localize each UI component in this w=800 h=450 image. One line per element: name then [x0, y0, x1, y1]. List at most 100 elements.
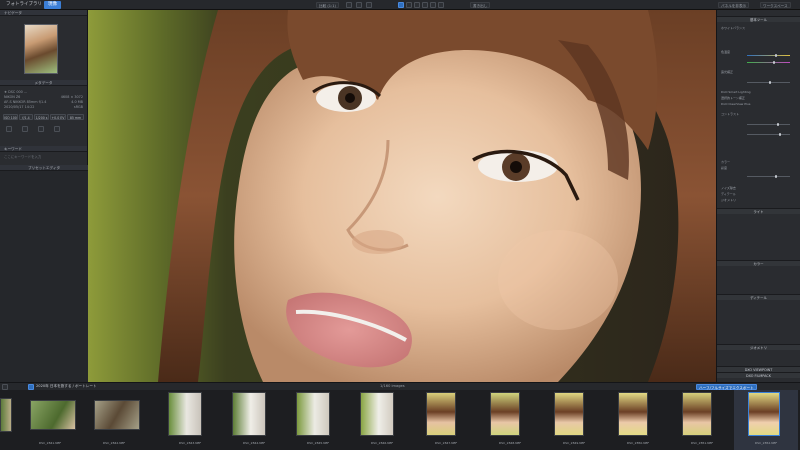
film-cell[interactable]: DSC_2841.NEF	[18, 390, 82, 450]
navigator-thumbnail[interactable]	[24, 24, 58, 74]
thumbnail	[554, 392, 584, 436]
thumbnail	[168, 392, 202, 436]
exif-shutter: 1/200 s	[34, 114, 49, 120]
thumbnail	[490, 392, 520, 436]
thumbnail	[426, 392, 456, 436]
hand-tool-icon[interactable]	[398, 2, 404, 8]
thumbnail	[232, 392, 266, 436]
fit-icon[interactable]	[366, 2, 372, 8]
thumbnail	[94, 400, 140, 430]
thumbnail-label: DSC_2850.NEF	[626, 441, 650, 445]
grid-icon[interactable]	[346, 2, 352, 8]
keyword-header[interactable]: キーワード	[0, 146, 87, 152]
exif-iso: ISO 100	[3, 114, 18, 120]
preset-editor-header[interactable]: プリセットエディタ	[0, 165, 88, 171]
film-cell[interactable]: DSC_2847.NEF	[414, 390, 478, 450]
meta-colorspace: sRGB	[73, 105, 83, 109]
tint-knob[interactable]	[773, 61, 775, 64]
reject-icon[interactable]	[54, 126, 60, 132]
workspace-button[interactable]: ワークスペース	[760, 2, 791, 8]
thumbnail-label: DSC_2846.NEF	[370, 441, 394, 445]
eye-icon[interactable]	[438, 2, 444, 8]
panel-row-color[interactable]: カラー	[721, 160, 796, 164]
exposure-knob[interactable]	[769, 81, 771, 84]
film-cell[interactable]: DSC_2849.NEF	[542, 390, 606, 450]
color-section-header[interactable]: カラー	[717, 260, 800, 266]
contrast-slider[interactable]	[747, 124, 790, 125]
horizon-icon[interactable]	[414, 2, 420, 8]
navigator-header[interactable]: ナビゲータ	[0, 10, 87, 16]
panel-row-selective-tone[interactable]: 選択的トーン補正	[721, 96, 796, 100]
thumbnail-label: DSC_2843.NEF	[178, 441, 202, 445]
basic-tools-header[interactable]: 基本ツール	[717, 16, 800, 22]
film-cell[interactable]: DSC_2842.NEF	[82, 390, 146, 450]
thumbnail	[296, 392, 330, 436]
image-count: 1/160 images	[380, 384, 405, 388]
tab-photo-library[interactable]: フォトライブラリ	[2, 1, 46, 9]
tab-customize[interactable]: 現像	[44, 1, 61, 9]
panel-row-saturation[interactable]: 彩度	[721, 166, 796, 170]
folder-path[interactable]: 2020年 日本を旅する / ポートレート	[36, 384, 97, 389]
repair-icon[interactable]	[422, 2, 428, 8]
panel-row-contrast[interactable]: コントラスト	[721, 112, 796, 116]
detail-section-header[interactable]: ディテール	[717, 294, 800, 300]
undo-icon[interactable]	[356, 2, 362, 8]
thumbnail	[748, 392, 780, 436]
meta-line: ★ DSC 000 ...	[4, 90, 28, 94]
film-cell[interactable]: DSC_2850.NEF	[606, 390, 670, 450]
film-cell[interactable]	[0, 390, 16, 450]
thumbnail-label: DSC_2849.NEF	[562, 441, 586, 445]
panel-row-exposure[interactable]: 露光補正	[721, 70, 796, 74]
film-cell[interactable]: DSC_2845.NEF	[286, 390, 350, 450]
film-cell[interactable]: DSC_2844.NEF	[222, 390, 286, 450]
microcontrast-slider[interactable]	[747, 134, 790, 135]
portrait-photo	[88, 10, 716, 382]
panel-row-geometry[interactable]: ジオメトリ	[721, 198, 796, 202]
microcontrast-knob[interactable]	[779, 133, 781, 136]
film-cell[interactable]: DSC_2851.NEF	[670, 390, 734, 450]
exif-focal: 85 mm	[67, 114, 84, 120]
temperature-knob[interactable]	[775, 54, 777, 57]
image-viewer[interactable]	[88, 10, 716, 382]
thumbnail	[30, 400, 76, 430]
meta-filesize: 4.0 MB	[71, 100, 83, 104]
film-cell[interactable]: DSC_2846.NEF	[350, 390, 414, 450]
flag-icon[interactable]	[6, 126, 12, 132]
meta-line: 2020/05/17 14:22	[4, 105, 35, 109]
panel-row-noise[interactable]: ノイズ除去	[721, 186, 796, 190]
film-cell[interactable]: DSC_2848.NEF	[478, 390, 542, 450]
saturation-knob[interactable]	[775, 175, 777, 178]
thumbnail-label: DSC_2844.NEF	[242, 441, 266, 445]
film-cell-selected[interactable]: DSC_2852.NEF	[734, 390, 798, 450]
filmpack-header[interactable]: DXO FILMPACK	[717, 372, 800, 378]
mask-icon[interactable]	[430, 2, 436, 8]
thumbnail-label: DSC_2852.NEF	[754, 441, 778, 445]
star-icon[interactable]	[22, 126, 28, 132]
export-button[interactable]: 書き出し	[470, 2, 491, 8]
thumbnail-label: DSC_2847.NEF	[434, 441, 458, 445]
film-cell[interactable]: DSC_2843.NEF	[158, 390, 222, 450]
filmstrip-toolbar: 2020年 日本を旅する / ポートレート 1/160 images ハーフ/フ…	[0, 382, 800, 390]
crop-icon[interactable]	[406, 2, 412, 8]
meta-line: NIKON Z6	[4, 95, 21, 99]
panel-row-detail[interactable]: ディテール	[721, 192, 796, 196]
metadata-header[interactable]: メタデータ	[0, 80, 87, 86]
panel-toggle-button[interactable]: パネルを非表示	[718, 2, 750, 8]
saturation-slider[interactable]	[747, 176, 790, 177]
panel-row-smart-lighting[interactable]: DxO Smart Lighting	[721, 90, 796, 94]
tint-slider[interactable]	[747, 62, 790, 63]
exif-aperture: f/1.4	[19, 114, 33, 120]
color-label-icon[interactable]	[38, 126, 44, 132]
temperature-slider[interactable]	[747, 55, 790, 56]
compare-button[interactable]: 比較 (1:1)	[316, 2, 339, 8]
geometry-section-header[interactable]: ジオメトリ	[717, 344, 800, 350]
panel-row-white-balance[interactable]: ホワイトバランス	[721, 26, 796, 30]
contrast-knob[interactable]	[777, 123, 779, 126]
light-section-header[interactable]: ライト	[717, 208, 800, 214]
meta-dimensions: 4608 × 3072	[60, 95, 83, 99]
thumbnail-label: DSC_2842.NEF	[102, 441, 126, 445]
keyword-input[interactable]: ここにキーワードを入力	[4, 154, 41, 159]
thumbnail-label: DSC_2841.NEF	[38, 441, 62, 445]
panel-row-clearview[interactable]: DxO ClearView Plus	[721, 102, 796, 106]
thumbnail	[360, 392, 394, 436]
